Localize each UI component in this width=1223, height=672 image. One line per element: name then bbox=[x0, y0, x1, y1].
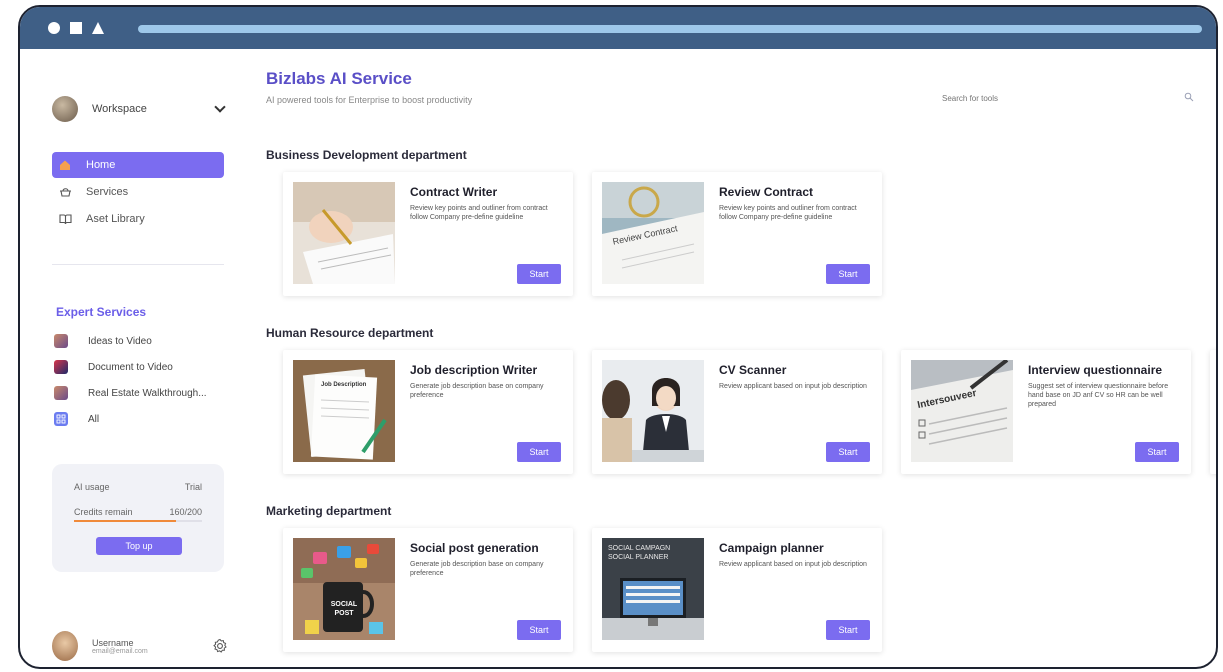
browser-window: Workspace Home Services Aset Library Exp… bbox=[18, 5, 1218, 669]
ideas-to-video-thumbnail bbox=[54, 334, 68, 348]
start-button[interactable]: Start bbox=[826, 442, 870, 462]
cv-scanner-image bbox=[602, 360, 704, 462]
card-description: Suggest set of interview questionnaire b… bbox=[1028, 383, 1169, 408]
credits-value: 160/200 bbox=[169, 507, 202, 517]
expert-item-document-to-video[interactable]: Document to Video bbox=[54, 354, 230, 380]
tool-card-interview-questionnaire[interactable]: Intersouveer Interview questionnaire Sug… bbox=[901, 350, 1191, 474]
card-description: Generate job description base on company… bbox=[410, 561, 544, 577]
start-button[interactable]: Start bbox=[517, 264, 561, 284]
expert-services-list: Ideas to Video Document to Video Real Es… bbox=[54, 328, 230, 432]
top-up-button[interactable]: Top up bbox=[96, 537, 182, 555]
real-estate-thumbnail bbox=[54, 386, 68, 400]
sidebar-item-home[interactable]: Home bbox=[52, 152, 224, 178]
sidebar-item-services[interactable]: Services bbox=[52, 179, 224, 205]
start-button[interactable]: Start bbox=[826, 264, 870, 284]
card-description: Review applicant based on input job desc… bbox=[719, 383, 867, 390]
credits-progress-fill bbox=[74, 520, 177, 522]
home-icon bbox=[58, 158, 72, 172]
expert-item-label: All bbox=[88, 413, 100, 425]
expert-item-label: Document to Video bbox=[88, 361, 173, 373]
card-title: CV Scanner bbox=[719, 363, 787, 377]
square-icon bbox=[70, 22, 82, 34]
image-caption: SOCIAL POST bbox=[330, 601, 358, 617]
start-button[interactable]: Start bbox=[1135, 442, 1179, 462]
document-to-video-thumbnail bbox=[54, 360, 68, 374]
avatar bbox=[52, 631, 78, 661]
user-info: Username email@email.com bbox=[92, 638, 212, 655]
workspace-label: Workspace bbox=[92, 103, 147, 115]
section-title-business-development: Business Development department bbox=[266, 148, 467, 162]
expert-item-all[interactable]: All bbox=[54, 406, 230, 432]
workspace-selector[interactable]: Workspace bbox=[52, 95, 228, 123]
job-description-image: Job Description bbox=[293, 360, 395, 462]
tool-card-job-description-writer[interactable]: Job Description Job description Writer G… bbox=[283, 350, 573, 474]
expert-item-label: Ideas to Video bbox=[88, 335, 152, 347]
sidebar-divider bbox=[52, 264, 224, 265]
page-title: Bizlabs AI Service bbox=[266, 69, 412, 88]
card-title: Contract Writer bbox=[410, 185, 498, 199]
ai-usage-row: AI usage Trial bbox=[74, 482, 202, 492]
sidebar-nav: Home Services Aset Library bbox=[52, 152, 224, 233]
tool-card-cv-scanner[interactable]: CV Scanner Review applicant based on inp… bbox=[592, 350, 882, 474]
search-icon[interactable] bbox=[1184, 92, 1194, 102]
card-description: Review applicant based on input job desc… bbox=[719, 561, 867, 568]
triangle-icon bbox=[92, 22, 104, 34]
sidebar-item-label: Home bbox=[86, 159, 116, 171]
contract-writer-image bbox=[293, 182, 395, 284]
expert-item-real-estate[interactable]: Real Estate Walkthrough... bbox=[54, 380, 230, 406]
credits-label: Credits remain bbox=[74, 507, 133, 517]
book-icon bbox=[58, 212, 72, 226]
expert-item-ideas-to-video[interactable]: Ideas to Video bbox=[54, 328, 230, 354]
window-titlebar bbox=[20, 7, 1216, 49]
workspace-avatar bbox=[52, 96, 78, 122]
grid-icon bbox=[54, 412, 68, 426]
start-button[interactable]: Start bbox=[517, 620, 561, 640]
sidebar: Workspace Home Services Aset Library Exp… bbox=[20, 49, 252, 667]
ai-usage-panel: AI usage Trial Credits remain 160/200 To… bbox=[52, 464, 224, 572]
expert-item-label: Real Estate Walkthrough... bbox=[88, 387, 207, 399]
tool-card-social-post-generation[interactable]: SOCIAL POST Social post generation Gener… bbox=[283, 528, 573, 652]
section-title-human-resource: Human Resource department bbox=[266, 326, 434, 340]
card-description: Generate job description base on company… bbox=[410, 383, 544, 399]
start-button[interactable]: Start bbox=[826, 620, 870, 640]
review-contract-image: Review Contract bbox=[602, 182, 704, 284]
section-title-marketing: Marketing department bbox=[266, 504, 392, 518]
ai-usage-label: AI usage bbox=[74, 482, 110, 492]
address-bar[interactable] bbox=[138, 25, 1202, 33]
campaign-planner-image: SOCIAL CAMPAGN SOCIAL PLANNER bbox=[602, 538, 704, 640]
credits-row: Credits remain 160/200 bbox=[74, 507, 202, 517]
page-subtitle: AI powered tools for Enterprise to boost… bbox=[266, 95, 473, 105]
services-icon bbox=[58, 185, 72, 199]
card-description: Review key points and outliner from cont… bbox=[410, 205, 548, 221]
circle-icon bbox=[48, 22, 60, 34]
card-title: Review Contract bbox=[719, 185, 814, 199]
start-button[interactable]: Start bbox=[517, 442, 561, 462]
user-email: email@email.com bbox=[92, 647, 148, 655]
social-post-image: SOCIAL POST bbox=[293, 538, 395, 640]
tool-card-contract-writer[interactable]: Contract Writer Review key points and ou… bbox=[283, 172, 573, 296]
card-title: Social post generation bbox=[410, 541, 539, 555]
chevron-down-icon[interactable] bbox=[214, 101, 226, 113]
tool-card-review-contract[interactable]: Review Contract Review Contract Review k… bbox=[592, 172, 882, 296]
tool-card-partial[interactable] bbox=[1210, 350, 1216, 474]
sidebar-item-label: Aset Library bbox=[86, 213, 145, 225]
card-description: Review key points and outliner from cont… bbox=[719, 205, 857, 221]
tool-card-campaign-planner[interactable]: SOCIAL CAMPAGN SOCIAL PLANNER Campaign p… bbox=[592, 528, 882, 652]
sidebar-item-aset-library[interactable]: Aset Library bbox=[52, 206, 224, 232]
user-profile[interactable]: Username email@email.com bbox=[52, 629, 228, 663]
user-name: Username bbox=[92, 637, 134, 648]
sidebar-item-label: Services bbox=[86, 186, 129, 198]
image-caption: SOCIAL CAMPAGN SOCIAL PLANNER bbox=[608, 545, 671, 561]
card-title: Job description Writer bbox=[410, 363, 538, 377]
main-content: Bizlabs AI Service AI powered tools for … bbox=[266, 49, 1216, 667]
card-title: Campaign planner bbox=[719, 541, 824, 555]
interview-questionnaire-image: Intersouveer bbox=[911, 360, 1013, 462]
credits-progress-bar bbox=[74, 520, 202, 522]
image-caption: Job Description bbox=[321, 382, 367, 388]
gear-icon[interactable] bbox=[212, 638, 228, 654]
expert-services-title: Expert Services bbox=[56, 305, 147, 319]
card-title: Interview questionnaire bbox=[1028, 363, 1163, 377]
plan-badge: Trial bbox=[184, 482, 202, 492]
search-input[interactable] bbox=[942, 89, 1152, 107]
